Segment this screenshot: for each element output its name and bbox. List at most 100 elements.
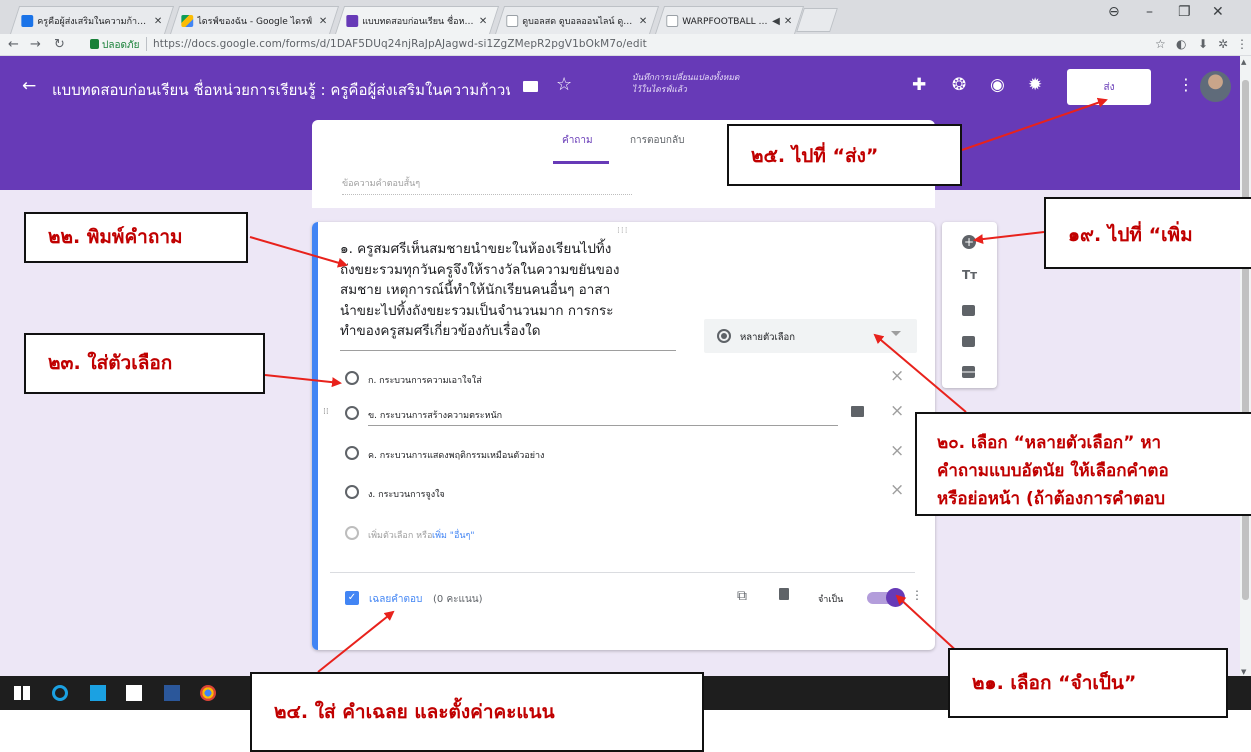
close-icon[interactable]: ✕ xyxy=(154,16,162,27)
forward-arrow-icon[interactable]: → xyxy=(30,37,41,52)
address-bar: ← → ↻ ปลอดภัย https://docs.google.com/fo… xyxy=(0,34,1251,56)
browser-tab-label: แบบทดสอบก่อนเรียน ชื่อหน่วย xyxy=(362,17,475,27)
reload-icon[interactable]: ↻ xyxy=(54,37,65,52)
form-title[interactable]: แบบทดสอบก่อนเรียน ชื่อหน่วยการเรียนรู้ :… xyxy=(52,78,510,102)
page-icon xyxy=(506,15,519,27)
avatar[interactable] xyxy=(1200,71,1231,102)
remove-option-icon[interactable]: × xyxy=(890,441,904,461)
close-icon[interactable]: ✕ xyxy=(319,16,327,27)
add-section-icon[interactable] xyxy=(962,366,975,378)
browser-tab-4[interactable]: ดูบอลสด ดูบอลออนไลน์ ดูบอล ✕ xyxy=(495,6,660,34)
extension-gear-icon[interactable]: ✲ xyxy=(1218,37,1228,51)
browser-tab-1[interactable]: ครูคือผู้ส่งเสริมในความก้าวหน้ ✕ xyxy=(10,6,175,34)
add-option-input[interactable]: เพิ่มตัวเลือก หรือ xyxy=(368,528,432,542)
folder-icon[interactable] xyxy=(523,81,538,92)
question-type-select[interactable] xyxy=(704,319,917,353)
add-question-icon[interactable]: + xyxy=(962,235,976,249)
settings-gear-icon[interactable]: ✹ xyxy=(1028,75,1042,95)
remove-option-icon[interactable]: × xyxy=(890,401,904,421)
url-input[interactable]: https://docs.google.com/forms/d/1DAF5DUq… xyxy=(153,38,647,50)
duplicate-icon[interactable]: ⧉ xyxy=(737,588,747,604)
speaker-icon[interactable]: ◀ xyxy=(772,16,780,27)
option-input[interactable]: ข. กระบวนการสร้างความตระหนัก xyxy=(368,408,502,422)
answer-key-check-icon[interactable]: ✓ xyxy=(345,591,359,605)
browser-tab-label: ครูคือผู้ส่งเสริมในความก้าวหน้ xyxy=(37,17,150,27)
question-line: ถังขยะรวมทุกวันครูจึงให้รางวัลในความขยัน… xyxy=(340,261,620,278)
delete-trash-icon[interactable] xyxy=(779,588,789,600)
browser-tab-label: WARPFOOTBALL - ดู xyxy=(682,17,769,27)
callout-go-add: ๑๙. ไปที่ “เพิ่ม xyxy=(1044,197,1251,269)
close-icon[interactable]: ✕ xyxy=(639,16,647,27)
browser-menu-icon[interactable]: ⋮ xyxy=(1236,37,1248,51)
required-toggle-knob[interactable] xyxy=(886,588,905,607)
remove-option-icon[interactable]: × xyxy=(890,480,904,500)
scroll-up-icon[interactable]: ▲ xyxy=(1241,58,1246,66)
store-icon[interactable] xyxy=(126,685,142,701)
word-icon[interactable] xyxy=(164,685,180,701)
window-close-icon[interactable]: ✕ xyxy=(1212,4,1224,20)
add-image-icon[interactable] xyxy=(851,406,864,417)
back-arrow-icon[interactable]: ← xyxy=(22,76,36,96)
drive-icon xyxy=(181,15,194,27)
close-icon[interactable]: ✕ xyxy=(479,16,487,27)
scroll-down-icon[interactable]: ▼ xyxy=(1241,668,1246,676)
bookmark-star-icon[interactable]: ☆ xyxy=(1155,37,1166,51)
extension-icon[interactable]: ◐ xyxy=(1176,37,1186,51)
question-type-label: หลายตัวเลือก xyxy=(740,332,796,343)
browser-tab-strip: ครูคือผู้ส่งเสริมในความก้าวหน้ ✕ ไดรฟ์ของ… xyxy=(0,0,1251,34)
addons-puzzle-icon[interactable]: ✚ xyxy=(912,75,926,95)
tab-responses[interactable]: การตอบกลับ xyxy=(630,133,684,148)
scrollbar-thumb[interactable] xyxy=(1242,80,1249,600)
callout-answer-key: ๒๔. ใส่ คำเฉลย และตั้งค่าคะแนน xyxy=(250,672,704,752)
preview-eye-icon[interactable]: ◉ xyxy=(990,75,1005,95)
edge-browser-icon[interactable] xyxy=(52,685,68,701)
callout-multiple-choice: ๒๐. เลือก “หลายตัวเลือก” หา คำถามแบบอัตน… xyxy=(915,412,1251,516)
save-status: บันทึกการเปลี่ยนแปลงทั้งหมดไว้ในไดรฟ์แล้… xyxy=(632,73,740,95)
callout-text: ๑๙. ไปที่ “เพิ่ม xyxy=(1068,224,1193,246)
option-drag-handle-icon[interactable]: ⁞⁞ xyxy=(323,407,329,417)
send-button[interactable]: ส่ง xyxy=(1067,69,1151,105)
drag-handle-icon[interactable]: ⁞⁞⁞ xyxy=(617,226,629,236)
browser-tab-2[interactable]: ไดรฟ์ของฉัน - Google ไดรฟ์ ✕ xyxy=(170,6,340,34)
new-tab-button[interactable] xyxy=(796,8,838,32)
url-separator xyxy=(146,37,147,51)
add-title-icon[interactable]: Tт xyxy=(962,268,977,282)
maximize-icon[interactable]: ❐ xyxy=(1178,4,1191,20)
more-options-icon[interactable]: ⋮ xyxy=(1178,75,1194,94)
palette-icon[interactable]: ❂ xyxy=(952,75,966,95)
add-other-link[interactable]: เพิ่ม "อื่นๆ" xyxy=(432,528,474,542)
question-line: นำขยะไปทิ้งถังขยะรวมเป็นจำนวนมาก การกระ xyxy=(340,302,614,319)
back-arrow-icon[interactable]: ← xyxy=(8,37,19,52)
or-label: หรือ xyxy=(416,531,433,541)
browser-tab-3-active[interactable]: แบบทดสอบก่อนเรียน ชื่อหน่วย ✕ xyxy=(335,6,500,34)
close-icon[interactable]: ✕ xyxy=(784,16,792,27)
add-option-label: เพิ่มตัวเลือก xyxy=(368,531,414,541)
question-title-input[interactable]: ๑. ครูสมศรีเห็นสมชายนำขยะในห้องเรียนไปทิ… xyxy=(340,239,676,342)
browser-tab-label: ดูบอลสด ดูบอลออนไลน์ ดูบอล xyxy=(522,17,635,27)
radio-checked-icon xyxy=(717,329,731,343)
option-input[interactable]: ก. กระบวนการความเอาใจใส่ xyxy=(368,373,482,387)
minimize-icon[interactable]: – xyxy=(1146,4,1153,20)
points-label: (0 คะแนน) xyxy=(433,594,483,605)
download-icon[interactable]: ⬇ xyxy=(1198,37,1208,51)
add-video-icon[interactable] xyxy=(962,336,975,347)
option-input[interactable]: ง. กระบวนการจูงใจ xyxy=(368,487,445,501)
short-answer-placeholder: ข้อความคำตอบสั้นๆ xyxy=(342,176,632,195)
chrome-icon[interactable] xyxy=(200,685,216,701)
profile-icon[interactable]: ⊖ xyxy=(1108,4,1120,20)
tab-questions[interactable]: คำถาม xyxy=(562,133,593,148)
browser-tab-5[interactable]: WARPFOOTBALL - ดู ◀ ✕ xyxy=(655,6,805,34)
answer-key-button[interactable]: เฉลยคำตอบ xyxy=(369,592,422,607)
windows-start-icon[interactable] xyxy=(14,686,30,700)
option-input[interactable]: ค. กระบวนการแสดงพฤติกรรมเหมือนตัวอย่าง xyxy=(368,448,544,462)
page-icon xyxy=(666,15,679,27)
callout-text: ๒๒. พิมพ์คำถาม xyxy=(48,226,183,248)
chevron-down-icon xyxy=(891,331,901,336)
callout-required: ๒๑. เลือก “จำเป็น” xyxy=(948,648,1228,718)
file-explorer-icon[interactable] xyxy=(90,685,106,701)
star-icon[interactable]: ☆ xyxy=(556,74,572,95)
add-image-icon[interactable] xyxy=(962,305,975,316)
remove-option-icon[interactable]: × xyxy=(890,366,904,386)
more-vertical-icon[interactable]: ⋮ xyxy=(911,588,923,602)
forms-header: ← แบบทดสอบก่อนเรียน ชื่อหน่วยการเรียนรู้… xyxy=(0,56,1251,120)
